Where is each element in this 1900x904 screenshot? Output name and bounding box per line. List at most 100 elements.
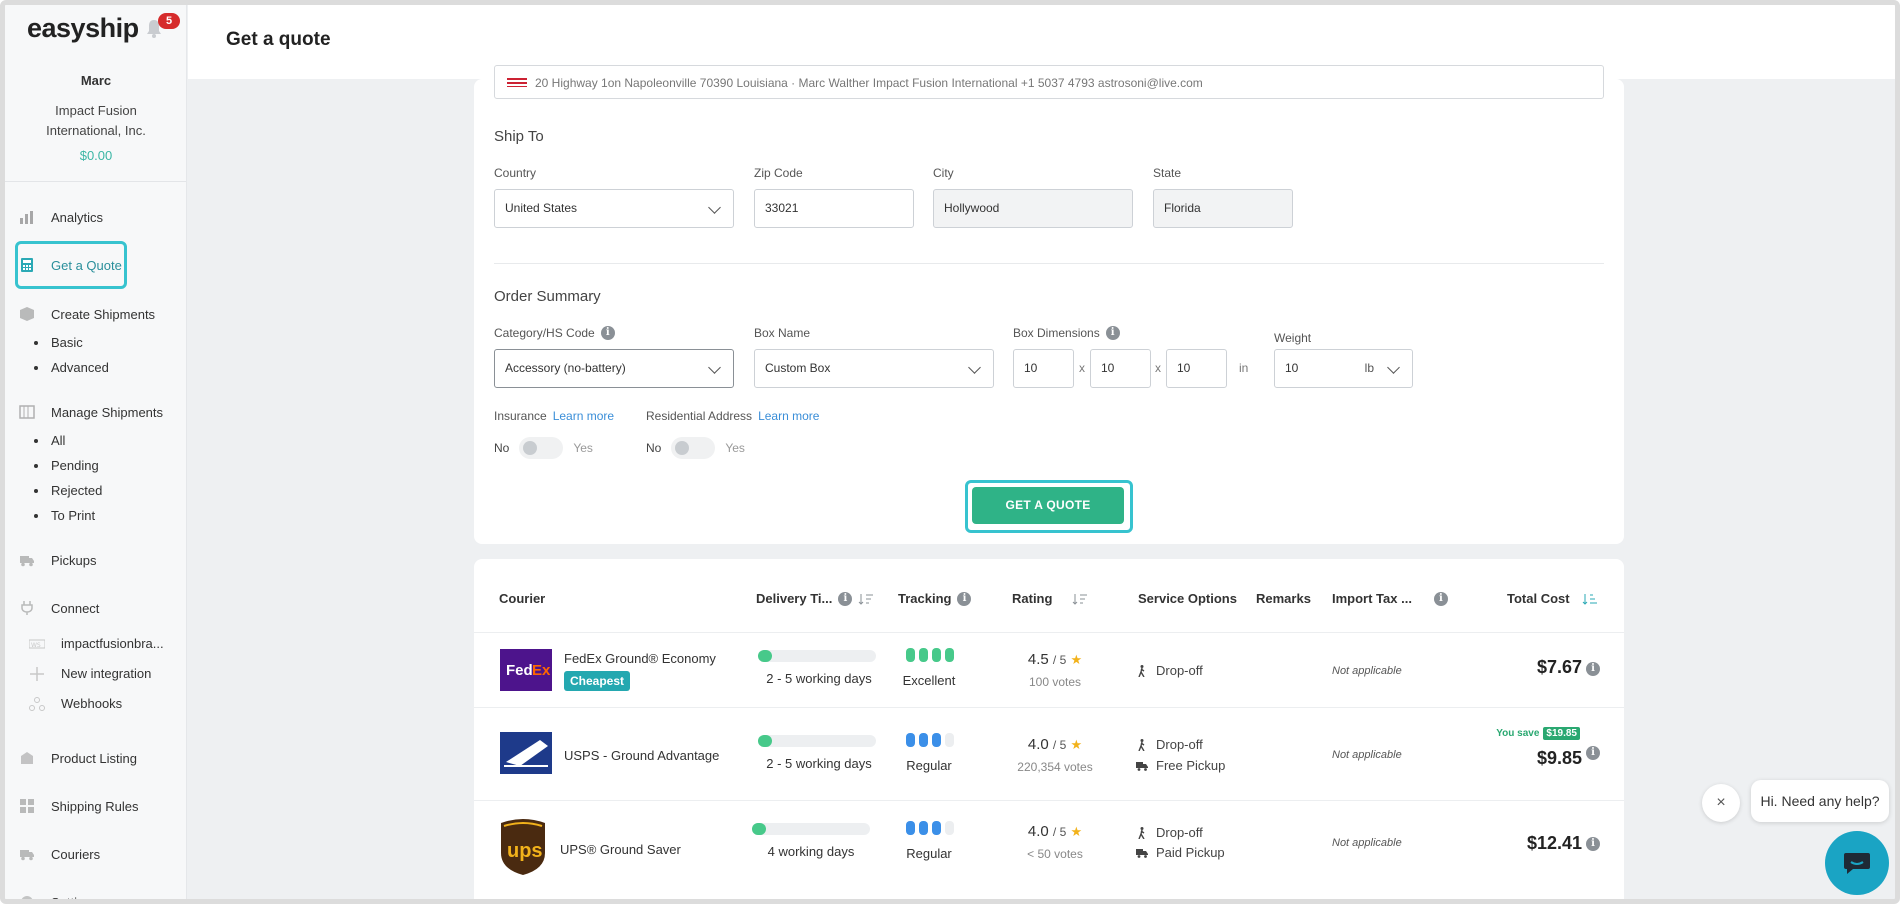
sidebar-item-settings[interactable]: Settings bbox=[19, 894, 98, 899]
total-cost: $7.67 bbox=[1536, 657, 1582, 677]
state-label: State bbox=[1153, 166, 1182, 180]
get-quote-button[interactable]: GET A QUOTE bbox=[972, 487, 1124, 524]
import-tax: Not applicable bbox=[1332, 837, 1402, 849]
sidebar-subitem-all[interactable]: All bbox=[33, 433, 65, 448]
sidebar-item-get-quote[interactable]: Get a Quote bbox=[19, 257, 122, 273]
rating-scale: / 5 bbox=[1052, 738, 1067, 752]
column-header-label: Delivery Ti... bbox=[756, 591, 833, 606]
import-tax: Not applicable bbox=[1332, 749, 1402, 761]
insurance-toggle-row: No Yes bbox=[494, 437, 593, 459]
sidebar-subitem-rejected[interactable]: Rejected bbox=[33, 483, 102, 498]
category-select[interactable]: Accessory (no-battery) bbox=[494, 349, 734, 388]
sort-icon[interactable] bbox=[1582, 593, 1598, 605]
delivery-time: 4 working days bbox=[767, 844, 855, 859]
chat-launcher-button[interactable] bbox=[1825, 831, 1889, 895]
table-row[interactable]: ups UPS® Ground Saver 4 working days Reg… bbox=[474, 801, 1624, 891]
sidebar-item-connect[interactable]: Connect bbox=[19, 600, 99, 616]
tracking-pip bbox=[945, 733, 954, 747]
service-option: Drop-off bbox=[1136, 737, 1203, 752]
usps-logo bbox=[500, 732, 552, 774]
rating-scale: / 5 bbox=[1052, 825, 1067, 839]
sidebar-item-manage-shipments[interactable]: Manage Shipments bbox=[19, 404, 163, 420]
sidebar-subitem-to-print[interactable]: To Print bbox=[33, 508, 95, 523]
column-header-remarks: Remarks bbox=[1256, 591, 1311, 606]
company-name: Impact Fusion International, Inc. bbox=[46, 103, 146, 138]
easyship-logo[interactable]: easyship bbox=[27, 13, 139, 44]
info-icon[interactable]: i bbox=[1433, 591, 1448, 606]
sidebar-subitem-basic[interactable]: Basic bbox=[34, 335, 83, 350]
vote-count: 220,354 votes bbox=[1017, 760, 1093, 774]
star-icon: ★ bbox=[1070, 824, 1083, 839]
info-icon[interactable]: i bbox=[1586, 837, 1600, 851]
insurance-toggle[interactable] bbox=[519, 437, 564, 459]
store-name: impactfusionbra... bbox=[61, 636, 164, 651]
truck-icon bbox=[1136, 761, 1148, 771]
sidebar-item-label: Shipping Rules bbox=[51, 798, 139, 814]
sidebar-subitem-pending[interactable]: Pending bbox=[34, 458, 99, 473]
service-label: Drop-off bbox=[1156, 737, 1203, 752]
chat-prompt-bubble[interactable]: Hi. Need any help? bbox=[1751, 780, 1889, 822]
svg-text:ups: ups bbox=[507, 840, 543, 862]
ship-from-address: 20 Highway 1on Napoleonville 70390 Louis… bbox=[535, 76, 1203, 90]
info-icon[interactable]: i bbox=[957, 591, 972, 606]
tracking-pips bbox=[906, 733, 954, 747]
toggle-yes-label: Yes bbox=[573, 441, 593, 455]
info-icon[interactable]: i bbox=[600, 326, 615, 340]
insurance-learn-more-link[interactable]: Learn more bbox=[553, 409, 614, 423]
country-select[interactable]: United States bbox=[494, 189, 734, 228]
category-label-text: Category/HS Code bbox=[494, 326, 595, 340]
delivery-bar-fill bbox=[758, 735, 773, 747]
table-row[interactable]: Fed Ex FedEx Ground® Economy Cheapest 2 … bbox=[474, 633, 1624, 707]
info-icon[interactable]: i bbox=[1586, 746, 1600, 760]
delivery-time-bar bbox=[758, 650, 876, 662]
dim-separator: x bbox=[1079, 361, 1085, 375]
zip-input[interactable]: 33021 bbox=[754, 189, 914, 228]
sidebar-subitem-webhooks[interactable]: Webhooks bbox=[29, 696, 122, 711]
sidebar-item-label: Webhooks bbox=[61, 696, 123, 711]
sidebar-subitem-advanced[interactable]: Advanced bbox=[34, 360, 109, 375]
page-title: Get a quote bbox=[226, 29, 331, 50]
column-header-label: Rating bbox=[1012, 591, 1053, 606]
table-row[interactable]: USPS - Ground Advantage 2 - 5 working da… bbox=[474, 708, 1624, 800]
delivery-time: 2 - 5 working days bbox=[766, 671, 872, 686]
sidebar-item-label: Product Listing bbox=[51, 750, 137, 766]
residential-learn-more-link[interactable]: Learn more bbox=[758, 409, 819, 423]
section-divider bbox=[494, 263, 1604, 264]
sidebar-item-product-listing[interactable]: Product Listing bbox=[19, 750, 137, 766]
sidebar-item-shipping-rules[interactable]: Shipping Rules bbox=[19, 798, 138, 814]
box-length-input[interactable]: 10 bbox=[1013, 349, 1074, 388]
column-header-delivery[interactable]: Delivery Ti... i bbox=[756, 591, 874, 606]
sidebar-subitem-new-integration[interactable]: New integration bbox=[29, 666, 151, 681]
info-icon[interactable]: i bbox=[1105, 326, 1120, 340]
sort-icon[interactable] bbox=[858, 593, 874, 605]
tracking-label: Regular bbox=[906, 758, 952, 773]
info-icon[interactable]: i bbox=[838, 591, 853, 606]
weight-input[interactable]: 10 lb bbox=[1274, 349, 1413, 388]
column-header-total[interactable]: Total Cost bbox=[1507, 591, 1598, 606]
sidebar-subitem-store[interactable]: WS impactfusionbra... bbox=[29, 636, 164, 651]
dim-separator: x bbox=[1155, 361, 1161, 375]
residential-label-text: Residential Address bbox=[646, 409, 753, 423]
box-height-input[interactable]: 10 bbox=[1166, 349, 1227, 388]
sidebar-item-label: New integration bbox=[61, 666, 152, 681]
gear-icon bbox=[21, 896, 33, 899]
box-name-select[interactable]: Custom Box bbox=[754, 349, 994, 388]
sidebar-item-couriers[interactable]: Couriers bbox=[19, 846, 100, 862]
sort-icon[interactable] bbox=[1072, 593, 1088, 605]
analytics-icon bbox=[20, 211, 33, 224]
sidebar-item-pickups[interactable]: Pickups bbox=[19, 552, 97, 568]
info-icon[interactable]: i bbox=[1586, 662, 1600, 676]
sidebar-divider bbox=[5, 181, 186, 182]
column-header-rating[interactable]: Rating bbox=[1012, 591, 1088, 606]
column-header-label: Import Tax ... bbox=[1332, 591, 1412, 606]
ship-from-select[interactable]: 20 Highway 1on Napoleonville 70390 Louis… bbox=[494, 65, 1604, 99]
chat-close-button[interactable]: × bbox=[1702, 784, 1740, 822]
box-width-input[interactable]: 10 bbox=[1090, 349, 1151, 388]
sidebar-item-analytics[interactable]: Analytics bbox=[19, 209, 103, 225]
residential-toggle[interactable] bbox=[671, 437, 716, 459]
delivery-bar-fill bbox=[758, 650, 773, 662]
account-balance[interactable]: $0.00 bbox=[5, 148, 186, 163]
tracking-label: Regular bbox=[906, 846, 952, 861]
state-input: Florida bbox=[1153, 189, 1293, 228]
sidebar-item-create-shipments[interactable]: Create Shipments bbox=[19, 306, 155, 322]
